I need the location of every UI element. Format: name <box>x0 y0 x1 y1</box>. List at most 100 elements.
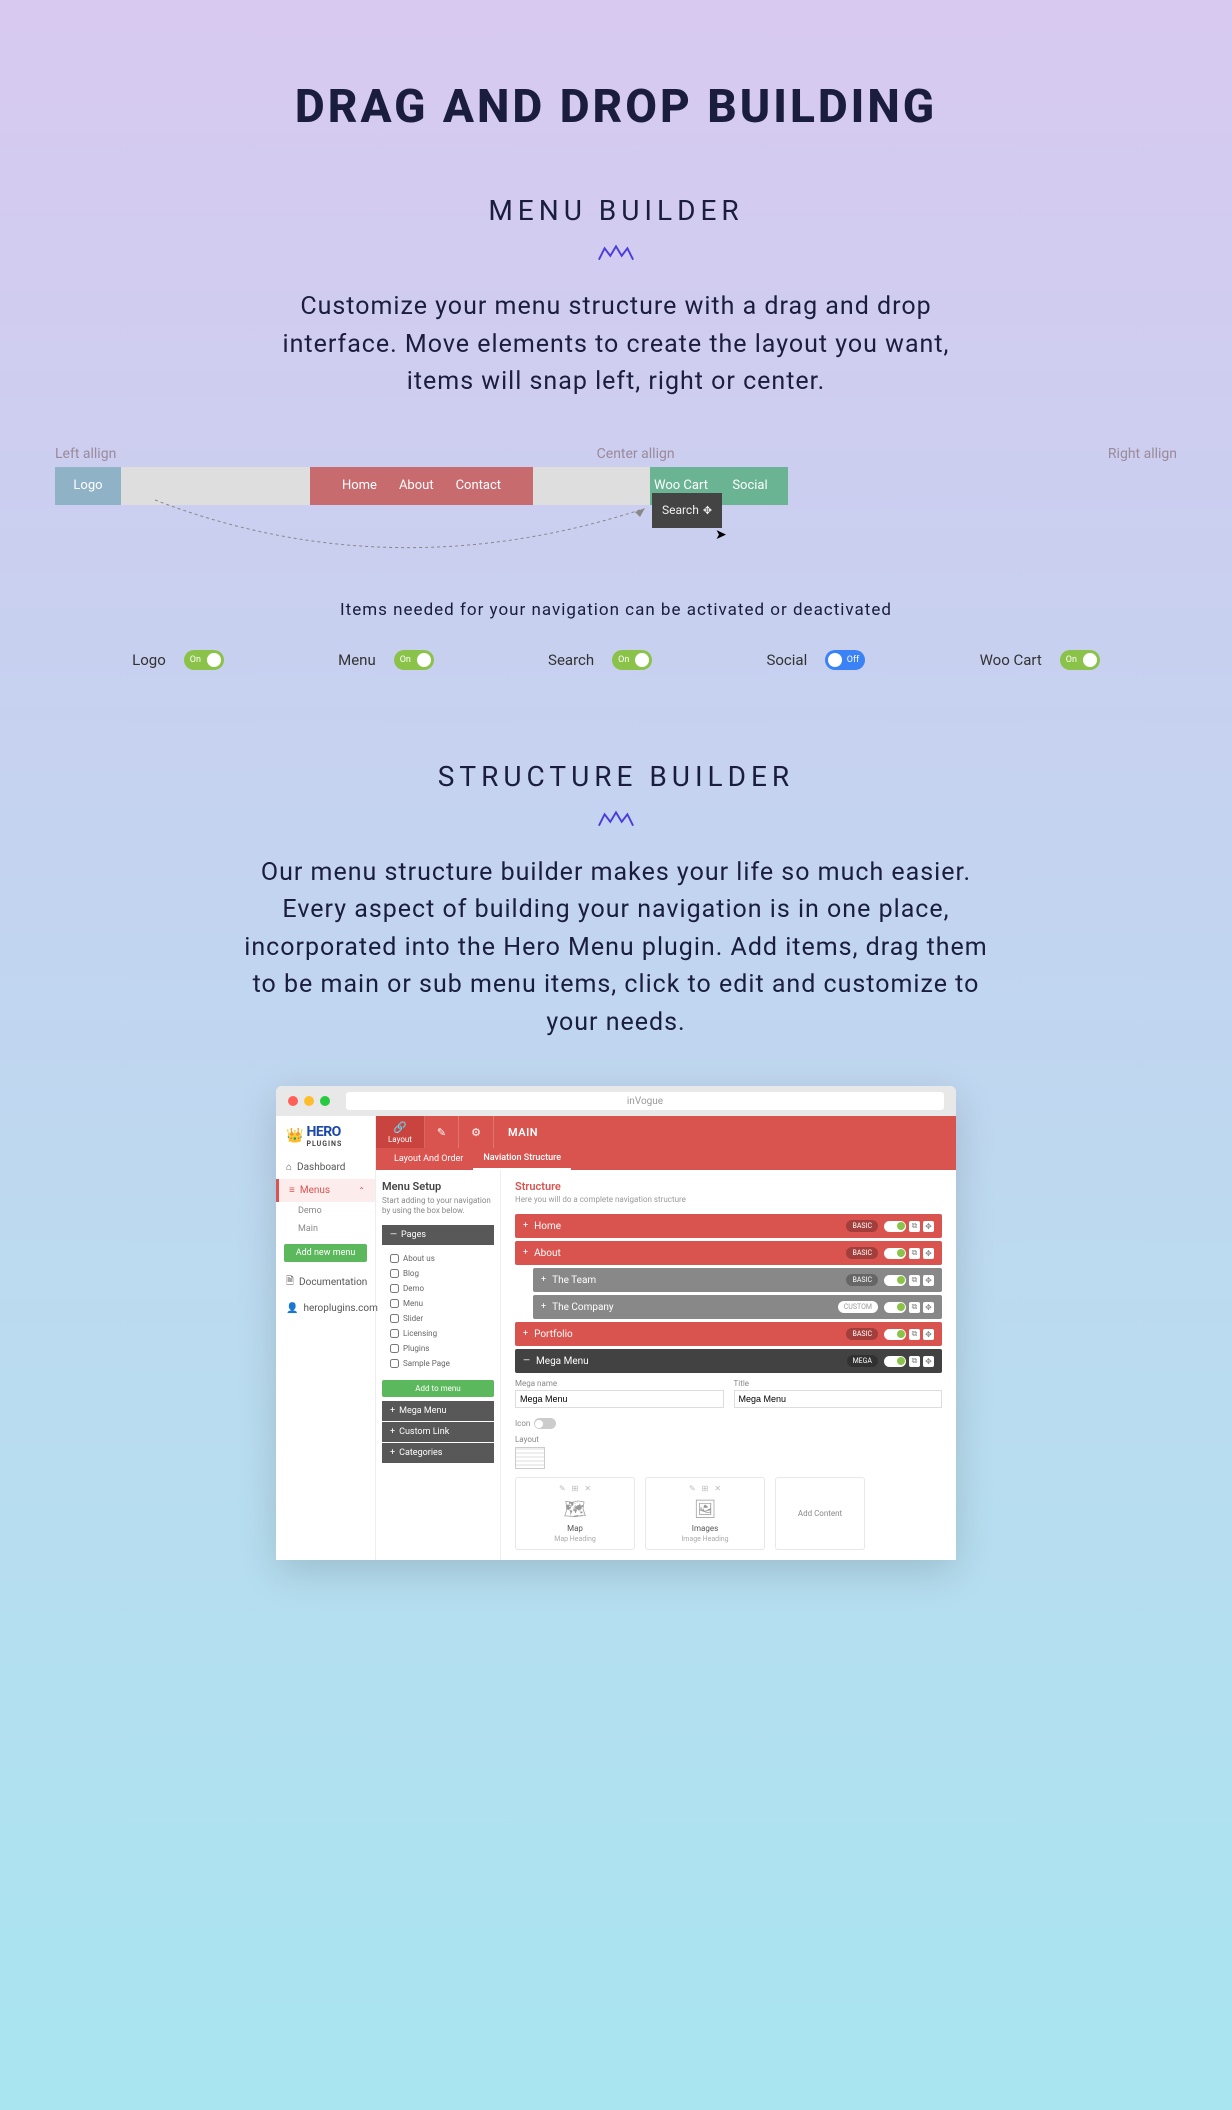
pencil-icon[interactable]: ✎ <box>689 1484 696 1493</box>
move-icon: ✥ <box>703 504 712 517</box>
item-toggle[interactable] <box>884 1248 906 1259</box>
copy-icon[interactable]: ⧉ <box>909 1329 920 1340</box>
minimize-dot[interactable] <box>304 1096 314 1106</box>
layout-thumb[interactable] <box>515 1447 545 1469</box>
menu-item-contact[interactable]: Contact <box>456 478 501 493</box>
page-item[interactable]: About us <box>382 1251 494 1266</box>
page-item[interactable]: Demo <box>382 1281 494 1296</box>
panel-sub: Start adding to your navigation by using… <box>382 1196 494 1217</box>
megamenu-accordion[interactable]: +Mega Menu <box>382 1401 494 1421</box>
structure-item[interactable]: + The Team BASIC ⧉ ✥ <box>533 1268 942 1292</box>
item-toggle[interactable] <box>884 1221 906 1232</box>
mega-name-input[interactable] <box>515 1390 724 1408</box>
sidebar-link[interactable]: 👤heroplugins.com <box>276 1297 375 1320</box>
sidebar-menus[interactable]: ≡Menus⌃ <box>276 1179 375 1202</box>
copy-icon[interactable]: ⧉ <box>909 1248 920 1259</box>
item-toggle[interactable] <box>884 1356 906 1367</box>
copy-icon[interactable]: ⧉ <box>909 1356 920 1367</box>
move-icon[interactable]: ✥ <box>923 1221 934 1232</box>
toggle-switch[interactable]: On <box>612 650 652 670</box>
icon-toggle[interactable] <box>534 1418 556 1429</box>
logo-brand: HERO <box>306 1124 342 1140</box>
sidebar-demo[interactable]: Demo <box>276 1202 375 1220</box>
nav-structure-tab[interactable]: Naviation Structure <box>473 1148 571 1170</box>
categories-accordion[interactable]: +Categories <box>382 1443 494 1463</box>
edit-tab[interactable]: ✎ <box>425 1116 459 1148</box>
item-label: Portfolio <box>534 1329 573 1340</box>
url-bar[interactable]: inVogue <box>346 1092 944 1110</box>
menu-gap <box>585 467 650 505</box>
menu-item-about[interactable]: About <box>399 478 434 493</box>
crown-icon: 👑 <box>286 1128 303 1144</box>
images-card[interactable]: ✎⊞✕ 🖼 Images Image Heading <box>645 1477 765 1550</box>
toggle-switch[interactable]: Off <box>825 650 865 670</box>
page-item[interactable]: Sample Page <box>382 1356 494 1371</box>
add-content-button[interactable]: Add Content <box>775 1477 865 1550</box>
page-checkbox[interactable] <box>390 1254 399 1263</box>
toggle-switch[interactable]: On <box>184 650 224 670</box>
structure-item[interactable]: — Mega Menu MEGA ⧉ ✥ <box>515 1349 942 1373</box>
menu-center-slot[interactable]: Home About Contact <box>310 467 533 505</box>
move-icon[interactable]: ✥ <box>923 1329 934 1340</box>
page-checkbox[interactable] <box>390 1284 399 1293</box>
page-item[interactable]: Plugins <box>382 1341 494 1356</box>
sidebar-docs[interactable]: 🗎Documentation <box>276 1268 375 1297</box>
move-icon[interactable]: ✥ <box>923 1248 934 1259</box>
sidebar-dashboard[interactable]: ⌂Dashboard <box>276 1156 375 1179</box>
item-toggle[interactable] <box>884 1302 906 1313</box>
menu-gap <box>533 467 585 505</box>
page-checkbox[interactable] <box>390 1344 399 1353</box>
layout-tab[interactable]: 🔗Layout <box>376 1116 425 1148</box>
add-to-menu-button[interactable]: Add to menu <box>382 1380 494 1397</box>
structure-item[interactable]: + Portfolio BASIC ⧉ ✥ <box>515 1322 942 1346</box>
item-toggle[interactable] <box>884 1275 906 1286</box>
page-checkbox[interactable] <box>390 1269 399 1278</box>
layout-order-tab[interactable]: Layout And Order <box>384 1148 473 1170</box>
structure-item[interactable]: + About BASIC ⧉ ✥ <box>515 1241 942 1265</box>
structure-item[interactable]: + Home BASIC ⧉ ✥ <box>515 1214 942 1238</box>
search-drag-item[interactable]: Search ✥ <box>652 493 722 528</box>
page-item[interactable]: Blog <box>382 1266 494 1281</box>
copy-icon[interactable]: ⧉ <box>909 1221 920 1232</box>
add-new-menu-button[interactable]: Add new menu <box>284 1244 367 1262</box>
close-dot[interactable] <box>288 1096 298 1106</box>
page-checkbox[interactable] <box>390 1299 399 1308</box>
move-icon[interactable]: ✥ <box>923 1275 934 1286</box>
toggle-switch[interactable]: On <box>1060 650 1100 670</box>
item-label: Home <box>534 1221 561 1232</box>
menu-gap <box>121 467 310 505</box>
customlink-accordion[interactable]: +Custom Link <box>382 1422 494 1442</box>
item-label: About <box>534 1248 561 1259</box>
copy-icon[interactable]: ⧉ <box>909 1302 920 1313</box>
settings-tab[interactable]: ⚙ <box>459 1116 494 1148</box>
menu-item-social[interactable]: Social <box>712 467 788 505</box>
page-checkbox[interactable] <box>390 1314 399 1323</box>
page-item[interactable]: Licensing <box>382 1326 494 1341</box>
title-input[interactable] <box>734 1390 943 1408</box>
page-item[interactable]: Slider <box>382 1311 494 1326</box>
map-card[interactable]: ✎⊞✕ 🗺 Map Map Heading <box>515 1477 635 1550</box>
page-item[interactable]: Menu <box>382 1296 494 1311</box>
structure-item[interactable]: + The Company CUSTOM ⧉ ✥ <box>533 1295 942 1319</box>
menu-logo-slot[interactable]: Logo <box>55 467 121 505</box>
pencil-icon[interactable]: ✎ <box>559 1484 566 1493</box>
grid-icon[interactable]: ⊞ <box>702 1484 709 1493</box>
page-checkbox[interactable] <box>390 1359 399 1368</box>
maximize-dot[interactable] <box>320 1096 330 1106</box>
pages-accordion[interactable]: —Pages <box>382 1225 494 1245</box>
grid-icon[interactable]: ⊞ <box>572 1484 579 1493</box>
structure-sub: Here you will do a complete navigation s… <box>515 1195 942 1204</box>
toggle-switch[interactable]: On <box>394 650 434 670</box>
toggles-row: Logo On Menu On Search On Social Off Woo… <box>55 650 1177 670</box>
page-checkbox[interactable] <box>390 1329 399 1338</box>
copy-icon[interactable]: ⧉ <box>909 1275 920 1286</box>
move-icon[interactable]: ✥ <box>923 1356 934 1367</box>
item-toggle[interactable] <box>884 1329 906 1340</box>
sidebar-main[interactable]: Main <box>276 1220 375 1238</box>
pencil-icon: ✎ <box>437 1126 446 1139</box>
toggle-item: Menu On <box>338 650 434 670</box>
close-icon[interactable]: ✕ <box>714 1484 721 1493</box>
move-icon[interactable]: ✥ <box>923 1302 934 1313</box>
close-icon[interactable]: ✕ <box>584 1484 591 1493</box>
menu-item-home[interactable]: Home <box>342 478 377 493</box>
